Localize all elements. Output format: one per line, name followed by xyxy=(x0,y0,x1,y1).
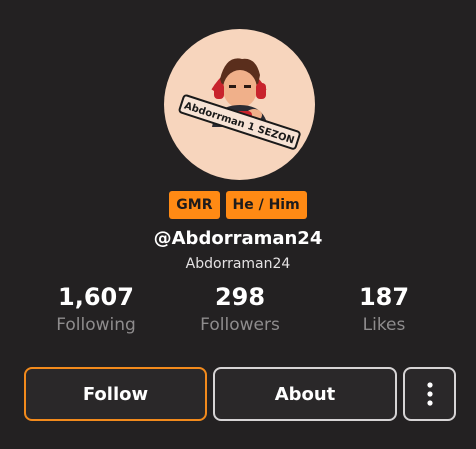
more-vertical-icon xyxy=(426,382,433,406)
stat-followers-label: Followers xyxy=(200,315,280,335)
gamer-logo-icon: Abdorrman 1 SEZON xyxy=(178,58,301,150)
about-button-label: About xyxy=(274,383,336,405)
stat-followers[interactable]: 298 Followers xyxy=(170,282,310,335)
profile-display-name: Abdorraman24 xyxy=(185,256,291,272)
stat-followers-value: 298 xyxy=(214,283,266,311)
badge-gmr: GMR xyxy=(169,191,220,219)
stat-likes-label: Likes xyxy=(362,315,406,335)
follow-button-label: Follow xyxy=(82,383,149,405)
follow-button[interactable]: Follow xyxy=(24,367,207,421)
profile-handle: @Abdorraman24 xyxy=(153,228,323,249)
profile-avatar[interactable]: Abdorrman 1 SEZON xyxy=(164,29,315,180)
stat-likes-value: 187 xyxy=(358,283,410,311)
badge-pronouns: He / Him xyxy=(225,191,307,219)
stat-following[interactable]: 1,607 Following xyxy=(26,282,166,335)
stat-likes: 187 Likes xyxy=(314,282,454,335)
stat-following-value: 1,607 xyxy=(58,283,134,311)
about-button[interactable]: About xyxy=(213,367,397,421)
more-options-button[interactable] xyxy=(403,367,456,421)
badge-row: GMR He / Him xyxy=(0,191,476,219)
stat-following-label: Following xyxy=(56,315,136,335)
